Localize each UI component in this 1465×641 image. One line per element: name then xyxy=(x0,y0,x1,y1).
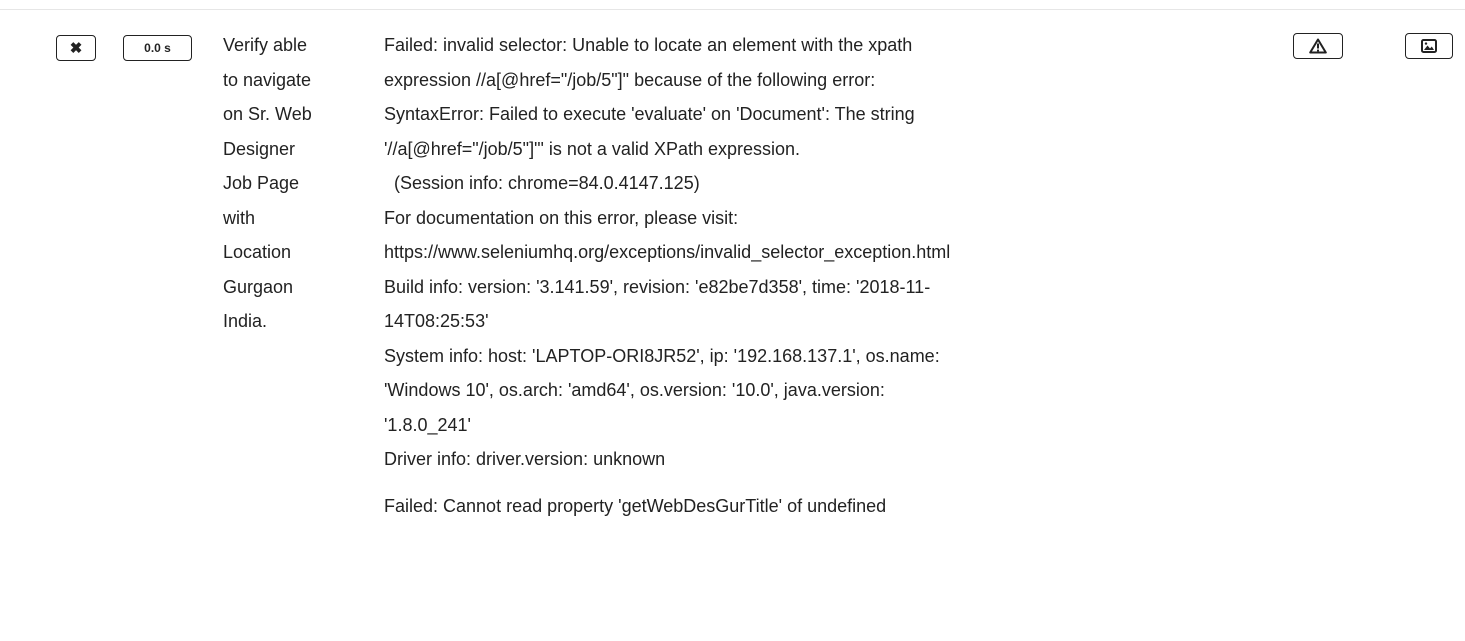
error-line: 14T08:25:53' xyxy=(384,311,489,331)
error-line: https://www.seleniumhq.org/exceptions/in… xyxy=(384,242,951,262)
error-line: For documentation on this error, please … xyxy=(384,207,739,228)
test-name-line: Job Page xyxy=(223,173,300,193)
test-name-line: with xyxy=(223,207,256,228)
x-icon: ✖ xyxy=(69,39,83,57)
test-name-line: to navigate xyxy=(223,69,312,90)
second-error-message: Failed: Cannot read property 'getWebDesG… xyxy=(384,489,1204,524)
duration-badge: 0.0 s xyxy=(123,35,192,61)
error-line: 'Windows 10', os.arch: 'amd64', os.versi… xyxy=(384,380,885,400)
error-line: SyntaxError: Failed to execute 'evaluate… xyxy=(384,104,915,124)
test-name-line: Verify able xyxy=(223,35,308,55)
error-line: Build info: version: '3.141.59', revisio… xyxy=(384,276,931,297)
screenshot-button[interactable] xyxy=(1405,33,1453,59)
error-line: '1.8.0_241' xyxy=(384,414,471,435)
error-line: '//a[@href="/job/5"]"' is not a valid XP… xyxy=(384,138,801,159)
error-line: (Session info: chrome=84.0.4147.125) xyxy=(384,173,700,193)
error-line: expression //a[@href="/job/5"]" because … xyxy=(384,69,876,90)
error-line: Failed: invalid selector: Unable to loca… xyxy=(384,35,913,55)
test-result-row: ✖ 0.0 s Verify able to navigate on Sr. W… xyxy=(0,0,1465,641)
failure-messages: Failed: invalid selector: Unable to loca… xyxy=(384,28,1204,523)
test-name-line: on Sr. Web xyxy=(223,104,312,124)
test-name-line: Gurgaon xyxy=(223,276,294,297)
test-name-line: Location xyxy=(223,242,292,262)
error-message: Failed: invalid selector: Unable to loca… xyxy=(384,28,1204,477)
test-name-line: Designer xyxy=(223,138,296,159)
image-icon xyxy=(1421,39,1437,53)
browser-logs-button[interactable] xyxy=(1293,33,1343,59)
error-line: System info: host: 'LAPTOP-ORI8JR52', ip… xyxy=(384,345,940,366)
test-name: Verify able to navigate on Sr. Web Desig… xyxy=(223,28,373,339)
error-line: Driver info: driver.version: unknown xyxy=(384,449,666,469)
warning-triangle-icon xyxy=(1309,38,1327,54)
status-failed-button[interactable]: ✖ xyxy=(56,35,96,61)
duration-label: 0.0 s xyxy=(144,41,171,55)
error-line: Failed: Cannot read property 'getWebDesG… xyxy=(384,495,887,516)
test-name-line: India. xyxy=(223,311,268,331)
